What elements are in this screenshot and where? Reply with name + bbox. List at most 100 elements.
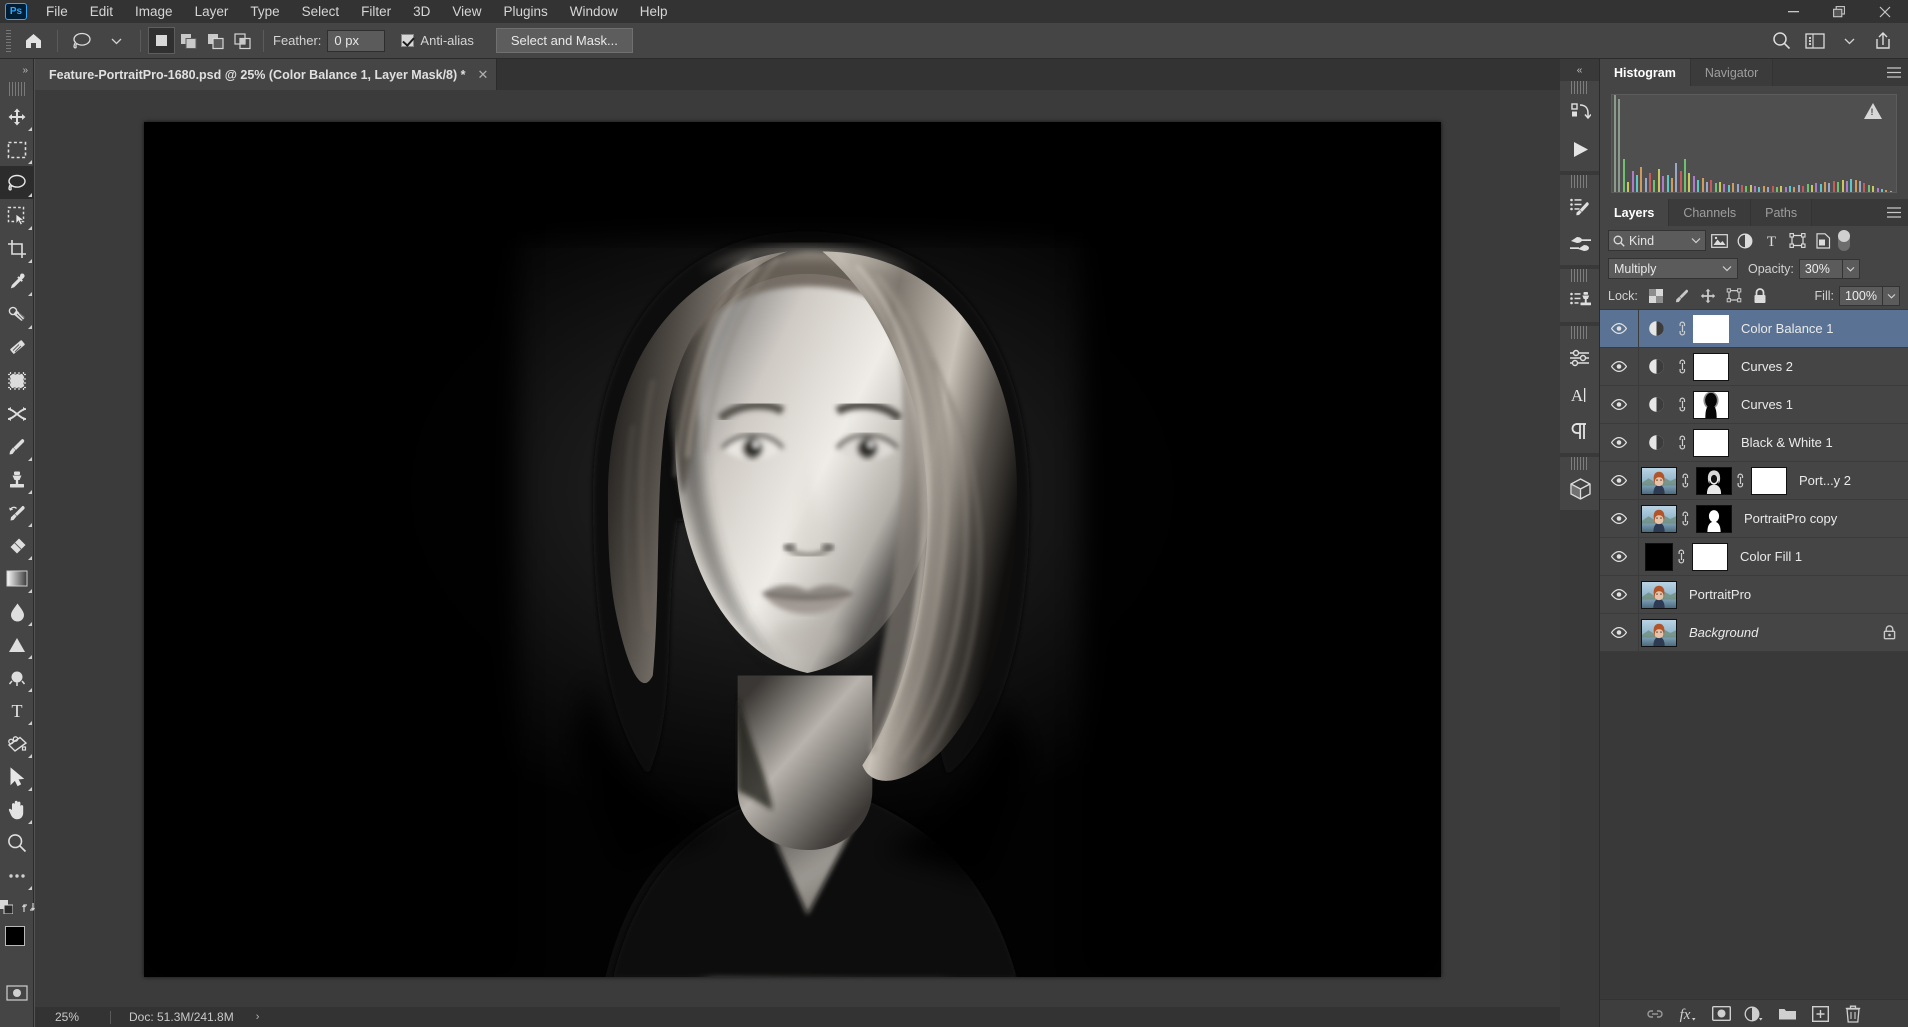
lock-artboard-nesting-icon[interactable]	[1721, 285, 1747, 307]
eyedropper-tool[interactable]	[0, 265, 34, 298]
rail-group-grip-2[interactable]	[1571, 175, 1589, 188]
layer-visibility-toggle[interactable]	[1600, 627, 1638, 638]
layer-row[interactable]: PortraitPro copy	[1600, 500, 1908, 538]
history-brush-tool[interactable]	[0, 496, 34, 529]
blend-mode-select[interactable]: Multiply	[1608, 258, 1738, 279]
move-tool[interactable]	[0, 100, 34, 133]
lasso-tool[interactable]	[0, 166, 34, 199]
blur-tool[interactable]	[0, 595, 34, 628]
layer-name[interactable]: PortraitPro	[1689, 587, 1751, 602]
fill-chevron-down-icon[interactable]	[1883, 286, 1900, 306]
share-icon[interactable]	[1866, 26, 1900, 56]
fill-value[interactable]: 100%	[1839, 286, 1883, 306]
minimize-button[interactable]	[1770, 0, 1816, 23]
add-to-selection-button[interactable]	[175, 27, 202, 54]
layer-name[interactable]: Port...y 2	[1799, 473, 1851, 488]
layer-row[interactable]: Background	[1600, 614, 1908, 652]
character-icon[interactable]: A	[1560, 376, 1600, 413]
link-layers-icon[interactable]	[1639, 1000, 1672, 1027]
solid-fill-thumbnail[interactable]	[1645, 543, 1673, 571]
rail-group-grip-4[interactable]	[1571, 326, 1589, 339]
document-canvas[interactable]	[144, 122, 1441, 977]
layer-thumbnail[interactable]	[1641, 581, 1677, 609]
lock-image-pixels-icon[interactable]	[1669, 285, 1695, 307]
layer-row[interactable]: Port...y 2	[1600, 462, 1908, 500]
layer-name[interactable]: Curves 1	[1741, 397, 1793, 412]
new-layer-icon[interactable]	[1804, 1000, 1837, 1027]
hand-tool[interactable]	[0, 793, 34, 826]
quick-mask-icon[interactable]	[0, 976, 34, 1009]
rail-collapse-button[interactable]: «	[1560, 59, 1599, 81]
adjustments-icon[interactable]	[1560, 339, 1600, 376]
mask-link-icon[interactable]	[1674, 397, 1690, 412]
clone-source-icon[interactable]	[1560, 282, 1600, 319]
red-eye-tool[interactable]	[0, 397, 34, 430]
layer-mask-thumbnail[interactable]	[1693, 315, 1729, 343]
layer-name[interactable]: Background	[1689, 625, 1758, 640]
add-layer-mask-icon[interactable]	[1705, 1000, 1738, 1027]
new-selection-button[interactable]	[148, 27, 175, 54]
rail-group-grip-3[interactable]	[1571, 269, 1589, 282]
workspace-icon[interactable]	[1798, 26, 1832, 56]
smart-object-filter-icon[interactable]	[1810, 229, 1836, 253]
zoom-tool[interactable]	[0, 826, 34, 859]
layer-row[interactable]: Color Balance 1	[1600, 310, 1908, 348]
new-group-icon[interactable]	[1771, 1000, 1804, 1027]
default-colors-icon[interactable]	[0, 900, 13, 914]
filter-enable-toggle[interactable]	[1838, 230, 1850, 251]
layer-visibility-toggle[interactable]	[1600, 361, 1638, 372]
layer-row[interactable]: PortraitPro	[1600, 576, 1908, 614]
rail-group-grip-1[interactable]	[1571, 81, 1589, 94]
layer-mask-thumbnail[interactable]	[1696, 467, 1732, 495]
lock-transparent-pixels-icon[interactable]	[1643, 285, 1669, 307]
search-icon[interactable]	[1764, 26, 1798, 56]
menu-layer[interactable]: Layer	[184, 0, 240, 23]
layer-filter-kind-select[interactable]: Kind	[1608, 230, 1706, 251]
eraser-tool[interactable]	[0, 529, 34, 562]
menu-help[interactable]: Help	[629, 0, 679, 23]
layer-row[interactable]: Curves 2	[1600, 348, 1908, 386]
edit-toolbar-tool[interactable]	[0, 859, 34, 892]
crop-tool[interactable]	[0, 232, 34, 265]
histogram-chart[interactable]	[1611, 94, 1897, 193]
intersect-with-selection-button[interactable]	[229, 27, 256, 54]
workspace-chevron-down-icon[interactable]	[1832, 26, 1866, 56]
layer-visibility-toggle[interactable]	[1600, 589, 1638, 600]
menu-edit[interactable]: Edit	[79, 0, 124, 23]
status-expand-icon[interactable]: ›	[256, 1011, 260, 1023]
options-bar-grip[interactable]	[6, 30, 11, 52]
gradient-tool[interactable]	[0, 562, 34, 595]
layer-mask-thumbnail[interactable]	[1693, 429, 1729, 457]
zoom-level[interactable]: 25%	[35, 1010, 110, 1024]
menu-view[interactable]: View	[441, 0, 492, 23]
menu-3d[interactable]: 3D	[402, 0, 441, 23]
layer-name[interactable]: Color Fill 1	[1740, 549, 1802, 564]
pen-tool[interactable]	[0, 661, 34, 694]
foreground-color-swatch[interactable]	[5, 926, 25, 946]
pixel-layer-filter-icon[interactable]	[1706, 229, 1732, 253]
history-icon[interactable]	[1560, 94, 1600, 131]
mask-link-icon[interactable]	[1674, 321, 1690, 336]
mask-link-icon[interactable]	[1677, 473, 1693, 488]
adjustment-layer-thumbnail[interactable]	[1638, 434, 1674, 451]
dodge-tool[interactable]	[0, 628, 34, 661]
layer-name[interactable]: Color Balance 1	[1741, 321, 1834, 336]
tab-paths[interactable]: Paths	[1751, 199, 1812, 226]
layer-style-fx-icon[interactable]: fx	[1672, 1000, 1705, 1027]
canvas-area[interactable]	[35, 90, 1560, 1007]
document-tab-close-icon[interactable]: ✕	[478, 67, 489, 83]
tools-panel-grip[interactable]	[9, 82, 25, 96]
layer-thumbnail[interactable]	[1641, 505, 1677, 533]
tools-collapse-button[interactable]: »	[0, 59, 33, 81]
layer-visibility-toggle[interactable]	[1600, 513, 1638, 524]
layer-mask-thumbnail[interactable]	[1696, 505, 1732, 533]
brushes-icon[interactable]	[1560, 225, 1600, 262]
lock-all-icon[interactable]	[1747, 285, 1773, 307]
adjustment-layer-thumbnail[interactable]	[1638, 358, 1674, 375]
path-selection-tool[interactable]	[0, 727, 34, 760]
brush-tool[interactable]	[0, 430, 34, 463]
feather-input[interactable]: 0 px	[327, 30, 385, 52]
direct-selection-tool[interactable]	[0, 760, 34, 793]
layer-mask-thumbnail[interactable]	[1693, 353, 1729, 381]
patch-tool[interactable]	[0, 331, 34, 364]
